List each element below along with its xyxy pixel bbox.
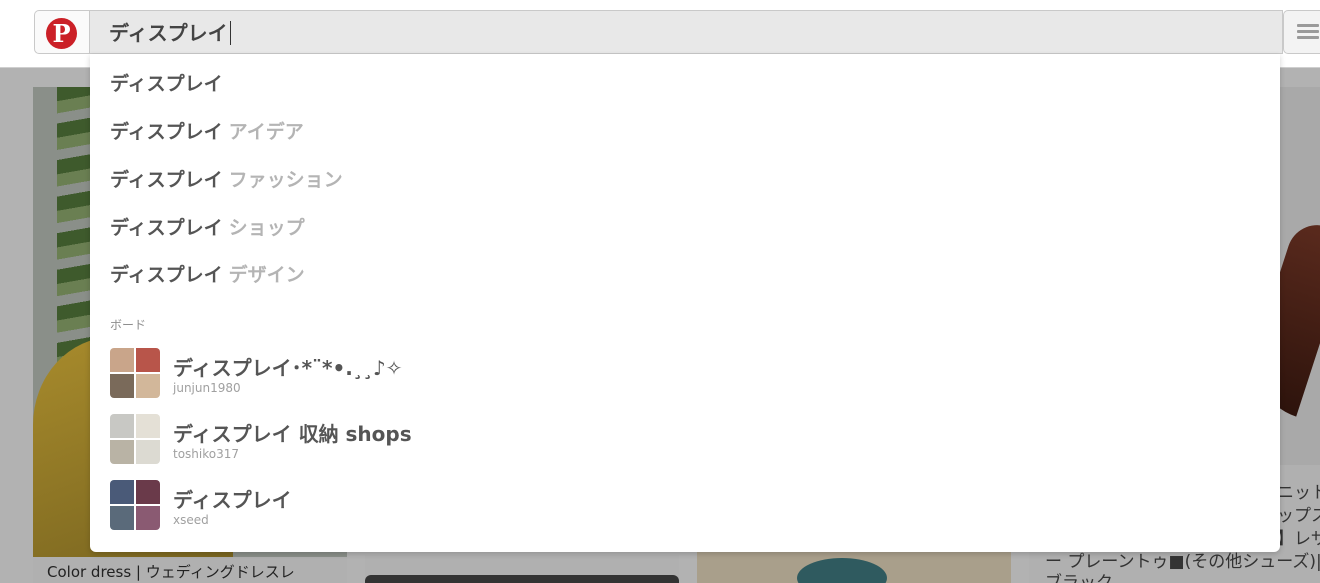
board-name: ディスプレイ 収納 shops bbox=[173, 422, 412, 446]
suggestion-item[interactable]: ディスプレイ アイデア bbox=[110, 116, 304, 148]
pin-caption: Color dress | ウェディングドレスレ bbox=[47, 563, 295, 581]
board-thumbnail bbox=[110, 480, 160, 530]
board-result-item[interactable]: ディスプレイ xseed bbox=[110, 480, 710, 532]
suggestion-item[interactable]: ディスプレイ bbox=[110, 68, 229, 100]
suggestion-item[interactable]: ディスプレイ デザイン bbox=[110, 259, 305, 291]
pin-card-flower bbox=[697, 552, 1011, 583]
logo-button[interactable]: P bbox=[34, 10, 90, 54]
pin-card-dark bbox=[365, 555, 679, 583]
board-thumbnail bbox=[110, 414, 160, 464]
suggestion-rest: ファッション bbox=[228, 169, 343, 191]
pin-image-flower bbox=[797, 558, 887, 583]
search-input[interactable]: ディスプレイ bbox=[89, 10, 1283, 54]
search-query-wrap: ディスプレイ bbox=[109, 20, 231, 46]
suggestion-match: ディスプレイ bbox=[110, 73, 223, 95]
suggestion-match: ディスプレイ bbox=[110, 217, 223, 239]
suggestion-rest: ショップ bbox=[228, 217, 305, 239]
board-thumbnail bbox=[110, 348, 160, 398]
suggestion-rest: アイデア bbox=[228, 121, 304, 143]
board-owner: xseed bbox=[173, 513, 209, 527]
board-result-item[interactable]: ディスプレイ･*¨*•.¸¸♪✧ junjun1980 bbox=[110, 348, 710, 400]
suggestion-match: ディスプレイ bbox=[110, 264, 223, 286]
board-owner: toshiko317 bbox=[173, 447, 240, 461]
board-owner: junjun1980 bbox=[173, 381, 241, 395]
hamburger-menu-icon bbox=[1297, 24, 1319, 40]
suggestion-rest: デザイン bbox=[228, 264, 305, 286]
board-result-item[interactable]: ディスプレイ 収納 shops toshiko317 bbox=[110, 414, 710, 466]
suggestion-item[interactable]: ディスプレイ ショップ bbox=[110, 212, 305, 244]
menu-button[interactable] bbox=[1283, 10, 1320, 54]
pin-caption-box: Color dress | ウェディングドレスレ bbox=[33, 557, 347, 583]
suggestion-match: ディスプレイ bbox=[110, 169, 223, 191]
boards-section-label: ボード bbox=[110, 318, 147, 332]
search-suggestions-dropdown: ディスプレイ ディスプレイ アイデア ディスプレイ ファッション ディスプレイ ショッ… bbox=[90, 54, 1280, 552]
pin-caption-line: ップス bbox=[1277, 506, 1320, 526]
text-caret bbox=[229, 21, 231, 45]
suggestion-item[interactable]: ディスプレイ ファッション bbox=[110, 164, 343, 196]
pin-caption-line: ブラック bbox=[1045, 573, 1113, 583]
board-name: ディスプレイ bbox=[173, 488, 292, 512]
pinterest-logo-icon: P bbox=[46, 18, 77, 49]
search-query: ディスプレイ bbox=[109, 21, 228, 45]
pin-caption-line: ニット bbox=[1277, 483, 1320, 503]
board-name: ディスプレイ･*¨*•.¸¸♪✧ bbox=[173, 356, 403, 380]
pin-caption-line: 】レザ bbox=[1277, 529, 1320, 549]
suggestion-match: ディスプレイ bbox=[110, 121, 223, 143]
pin-image-dark bbox=[365, 575, 679, 583]
